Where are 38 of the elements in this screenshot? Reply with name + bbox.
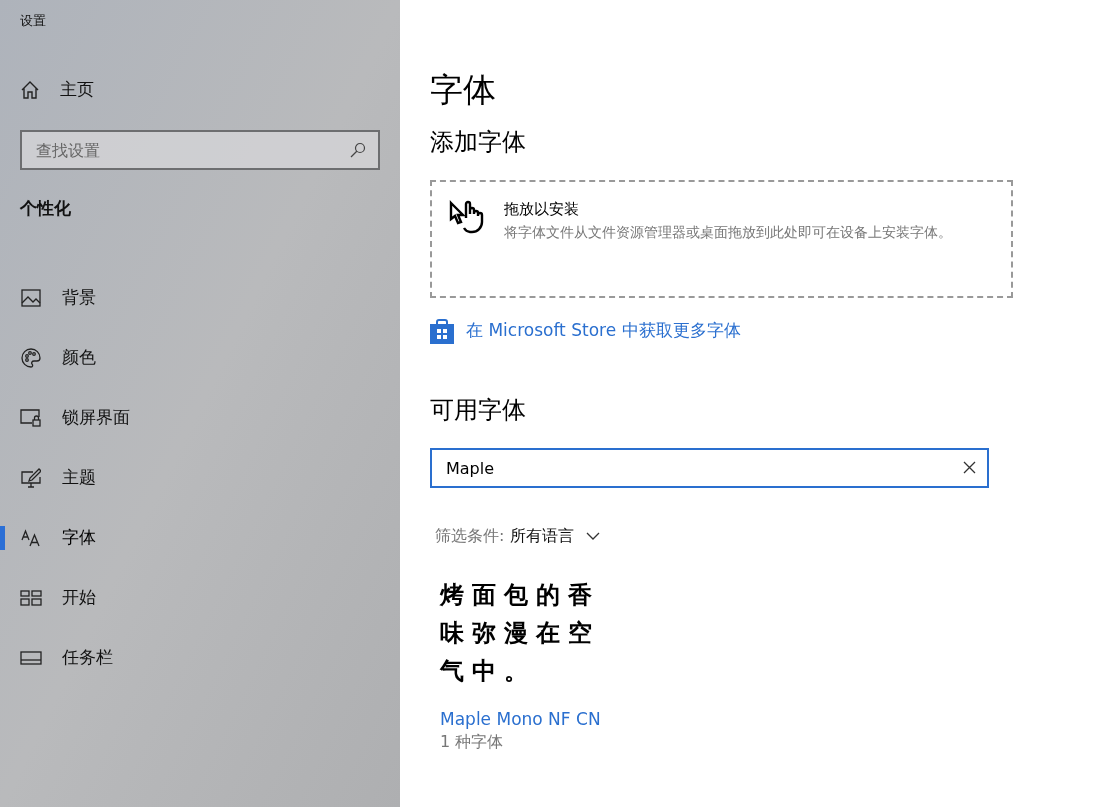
nav-item[interactable]: 任务栏: [0, 628, 400, 688]
font-search-field[interactable]: Maple: [430, 448, 989, 488]
home-nav-item[interactable]: 主页: [0, 60, 400, 120]
chevron-down-icon: [586, 532, 601, 540]
clear-icon[interactable]: [963, 461, 976, 474]
drop-description: 将字体文件从文件资源管理器或桌面拖放到此处即可在设备上安装字体。: [504, 223, 953, 242]
nav-item[interactable]: 背景: [0, 268, 400, 328]
section-heading: 可用字体: [430, 395, 526, 426]
picture-icon: [20, 289, 42, 307]
nav-item[interactable]: 锁屏界面: [0, 388, 400, 448]
filter-value: 所有语言: [510, 525, 575, 547]
taskbar-icon: [20, 651, 42, 665]
filter-label: 筛选条件:: [435, 525, 505, 547]
search-icon[interactable]: [350, 142, 366, 158]
drop-zone[interactable]: 拖放以安装 将字体文件从文件资源管理器或桌面拖放到此处即可在设备上安装字体。: [430, 180, 1013, 298]
nav-item[interactable]: 开始: [0, 568, 400, 628]
tiles-icon: [20, 590, 42, 606]
font-count: 1 种字体: [440, 731, 504, 753]
search-field[interactable]: 查找设置: [20, 130, 380, 170]
font-sample: 烤面包的香味弥漫在空气中。: [440, 580, 601, 687]
monitor-pen-icon: [20, 468, 42, 488]
font-card[interactable]: 烤面包的香味弥漫在空气中。 Maple Mono NF CN 1 种字体: [430, 576, 610, 754]
filter-dropdown[interactable]: 筛选条件: 所有语言: [430, 524, 601, 548]
store-link[interactable]: 在 Microsoft Store 中获取更多字体: [430, 318, 741, 344]
nav-item[interactable]: 颜色: [0, 328, 400, 388]
page-title: 字体: [430, 69, 496, 111]
shopping-bag-icon: [430, 318, 454, 344]
nav-item[interactable]: 主题: [0, 448, 400, 508]
lock-screen-icon: [20, 409, 42, 427]
window-title: 设置: [20, 13, 46, 28]
nav-item[interactable]: 字体: [0, 508, 400, 568]
home-icon: [20, 80, 40, 100]
section-heading: 个性化: [20, 198, 71, 218]
font-name: Maple Mono NF CN: [440, 708, 601, 730]
font-size-icon: [20, 529, 42, 547]
drop-title: 拖放以安装: [504, 199, 580, 220]
palette-icon: [20, 348, 42, 368]
section-heading: 添加字体: [430, 127, 526, 158]
